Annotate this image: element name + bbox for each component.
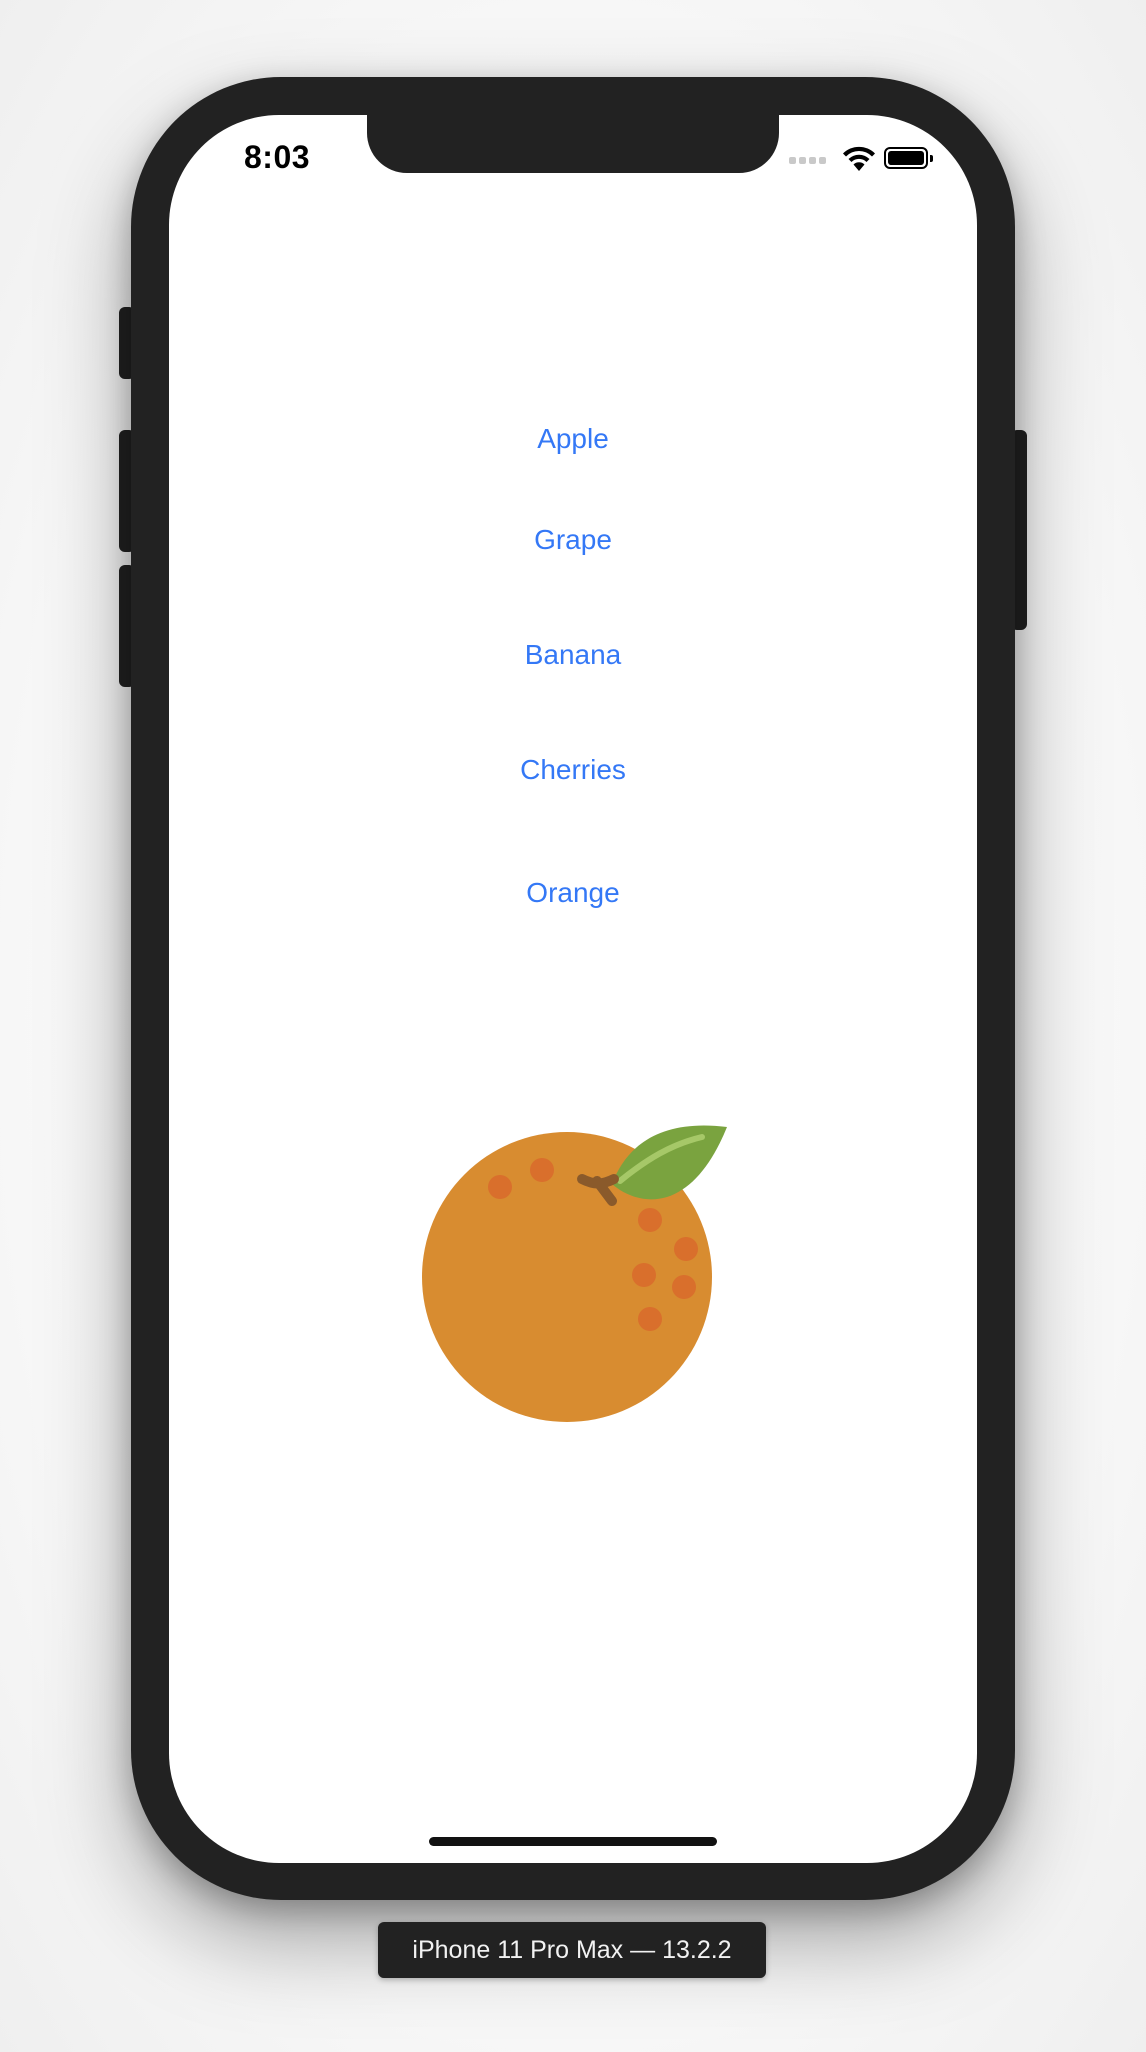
status-time: 8:03	[244, 139, 311, 175]
fruit-button-apple[interactable]: Apple	[169, 423, 977, 455]
fruit-button-orange[interactable]: Orange	[169, 877, 977, 909]
phone-screen: 8:03 Apple Grape Banana Cherries Orange	[169, 115, 977, 1863]
fruit-button-banana[interactable]: Banana	[169, 639, 977, 671]
simulator-device-label: iPhone 11 Pro Max — 13.2.2	[378, 1922, 766, 1978]
fruit-button-grape[interactable]: Grape	[169, 524, 977, 556]
fruit-button-cherries[interactable]: Cherries	[169, 754, 977, 786]
home-indicator[interactable]	[429, 1837, 717, 1846]
notch	[367, 115, 779, 173]
wifi-icon	[843, 146, 875, 171]
battery-icon	[884, 147, 933, 169]
cellular-signal-icon	[789, 157, 829, 165]
status-icons	[789, 143, 959, 177]
orange-illustration	[422, 1125, 727, 1422]
